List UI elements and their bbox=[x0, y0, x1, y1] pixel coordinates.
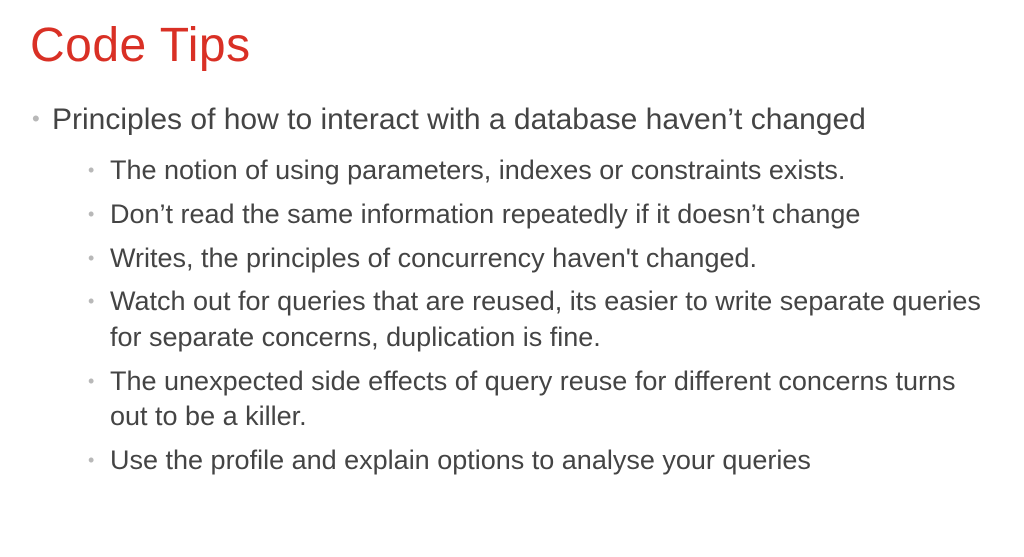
bullet-list-level2: The notion of using parameters, indexes … bbox=[52, 153, 994, 478]
bullet-level2-item: Writes, the principles of concurrency ha… bbox=[88, 241, 994, 277]
bullet-level2-item: Watch out for queries that are reused, i… bbox=[88, 284, 994, 355]
bullet-level2-item: The unexpected side effects of query reu… bbox=[88, 364, 994, 435]
bullet-level2-item: Use the profile and explain options to a… bbox=[88, 443, 994, 479]
bullet-level1-text: Principles of how to interact with a dat… bbox=[52, 103, 866, 136]
bullet-level2-item: Don’t read the same information repeated… bbox=[88, 197, 994, 233]
bullet-level1-item: Principles of how to interact with a dat… bbox=[32, 101, 994, 478]
bullet-level2-item: The notion of using parameters, indexes … bbox=[88, 153, 994, 189]
slide-title: Code Tips bbox=[30, 18, 994, 73]
bullet-list-level1: Principles of how to interact with a dat… bbox=[30, 101, 994, 478]
